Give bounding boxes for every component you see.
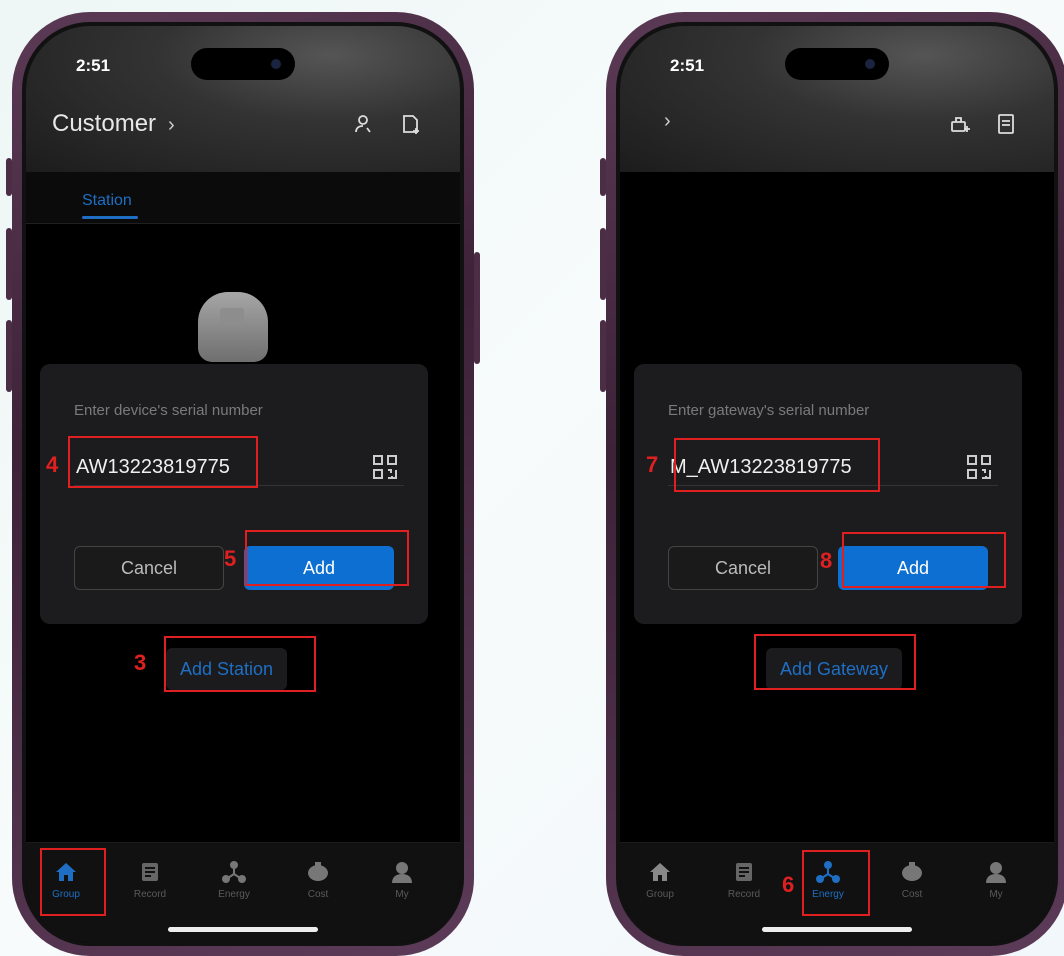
cost-icon (902, 862, 922, 881)
step-number-5: 5 (224, 546, 237, 571)
add-gateway-icon[interactable] (948, 112, 972, 136)
phone-volume-down (600, 320, 606, 392)
header-title-text: Customer (52, 110, 157, 137)
chevron-right-icon: › (168, 114, 175, 136)
nav-label-energy: Energy (218, 889, 250, 900)
highlight-add-station (164, 636, 316, 692)
highlight-add-button (245, 530, 409, 586)
nav-label-my: My (395, 889, 409, 900)
nav-label-cost: Cost (901, 889, 923, 900)
charger-illustration (198, 292, 268, 362)
tab-station-underline (82, 216, 138, 219)
highlight-nav-energy (802, 850, 870, 916)
dynamic-island (785, 48, 889, 80)
nav-label-my: My (989, 889, 1003, 900)
energy-icon (222, 861, 246, 883)
nav-item-record[interactable]: Record (714, 859, 774, 900)
highlight-add-gateway (754, 634, 916, 690)
cancel-button[interactable]: Cancel (74, 546, 224, 590)
highlight-add-button (842, 532, 1006, 588)
nav-item-group[interactable]: Group (630, 859, 690, 900)
nav-item-cost[interactable]: Cost (882, 859, 942, 900)
phone-power-button (474, 252, 480, 364)
step-number-7: 7 (646, 452, 659, 477)
step-number-3: 3 (134, 650, 147, 675)
nav-label-cost: Cost (307, 889, 329, 900)
nav-label-record: Record (727, 889, 761, 900)
person-icon[interactable] (352, 112, 376, 136)
status-time: 2:51 (670, 56, 705, 75)
nav-label-group: Group (646, 889, 674, 900)
phone-volume-up (6, 228, 12, 300)
phone-volume-up (600, 228, 606, 300)
nav-label-record: Record (133, 889, 167, 900)
dynamic-island (191, 48, 295, 80)
header-title[interactable]: Customer › (52, 110, 175, 138)
record-icon (142, 863, 158, 881)
phone-mute-switch (600, 158, 606, 196)
status-time: 2:51 (76, 56, 111, 75)
qr-scan-icon[interactable] (372, 454, 398, 480)
home-indicator (168, 927, 318, 932)
highlight-serial-field (674, 438, 880, 492)
profile-icon (392, 862, 412, 883)
nav-item-my[interactable]: My (372, 859, 432, 900)
step-number-4: 4 (46, 452, 59, 477)
add-contact-icon[interactable] (398, 112, 422, 136)
highlight-nav-group (40, 848, 106, 916)
phone-mute-switch (6, 158, 12, 196)
nav-item-my[interactable]: My (966, 859, 1026, 900)
step-number-6: 6 (782, 872, 795, 897)
nav-item-energy[interactable]: Energy (204, 859, 264, 900)
highlight-serial-field (68, 436, 258, 488)
nav-item-record[interactable]: Record (120, 859, 180, 900)
phone-volume-down (6, 320, 12, 392)
home-icon (650, 863, 670, 881)
cost-icon (308, 862, 328, 881)
home-indicator (762, 927, 912, 932)
list-icon[interactable] (994, 112, 1018, 136)
nav-item-cost[interactable]: Cost (288, 859, 348, 900)
cancel-button[interactable]: Cancel (668, 546, 818, 590)
chevron-right-icon[interactable]: › (664, 110, 671, 133)
qr-scan-icon[interactable] (966, 454, 992, 480)
dialog-label: Enter device's serial number (74, 402, 263, 419)
dialog-label: Enter gateway's serial number (668, 402, 870, 419)
step-number-8: 8 (820, 548, 833, 573)
profile-icon (986, 862, 1006, 883)
record-icon (736, 863, 752, 881)
tab-bar: Station (26, 172, 460, 224)
tab-station[interactable]: Station (82, 192, 132, 210)
